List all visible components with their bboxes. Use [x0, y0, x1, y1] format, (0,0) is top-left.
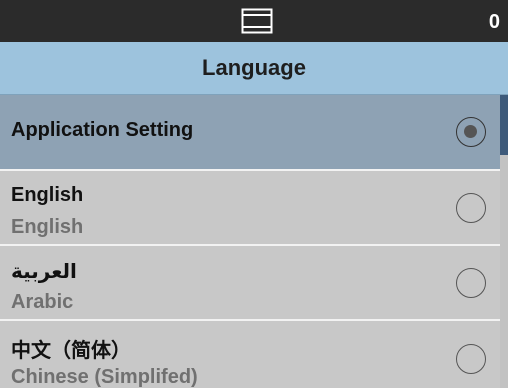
radio-button[interactable]	[456, 267, 486, 298]
scrollbar[interactable]	[500, 95, 508, 388]
language-list: Application Setting English English العر…	[0, 95, 500, 388]
scrollbar-thumb[interactable]	[500, 95, 508, 155]
language-name: English	[11, 184, 84, 206]
language-name-english: Arabic	[11, 291, 74, 313]
radio-button[interactable]	[456, 192, 486, 223]
language-name: العربية	[11, 261, 77, 283]
language-name: 中文（简体）	[11, 340, 131, 362]
radio-dot-icon	[464, 125, 477, 138]
language-name-english: Chinese (Simplifed)	[11, 366, 198, 388]
radio-button[interactable]	[456, 343, 486, 374]
title-bar: Language	[0, 42, 508, 95]
layout-icon	[241, 8, 273, 34]
status-count: 0	[488, 11, 500, 33]
radio-button-selected[interactable]	[456, 117, 486, 147]
page-title: Language	[202, 55, 306, 80]
status-bar: 0	[0, 0, 508, 42]
language-item-chinese-simplified[interactable]: 中文（简体） Chinese (Simplifed)	[0, 321, 500, 388]
language-item-english[interactable]: English English	[0, 171, 500, 246]
language-name: Application Setting	[11, 119, 194, 141]
language-item-application-setting[interactable]: Application Setting	[0, 95, 500, 171]
language-name-english: English	[11, 216, 84, 238]
language-item-arabic[interactable]: العربية Arabic	[0, 246, 500, 321]
